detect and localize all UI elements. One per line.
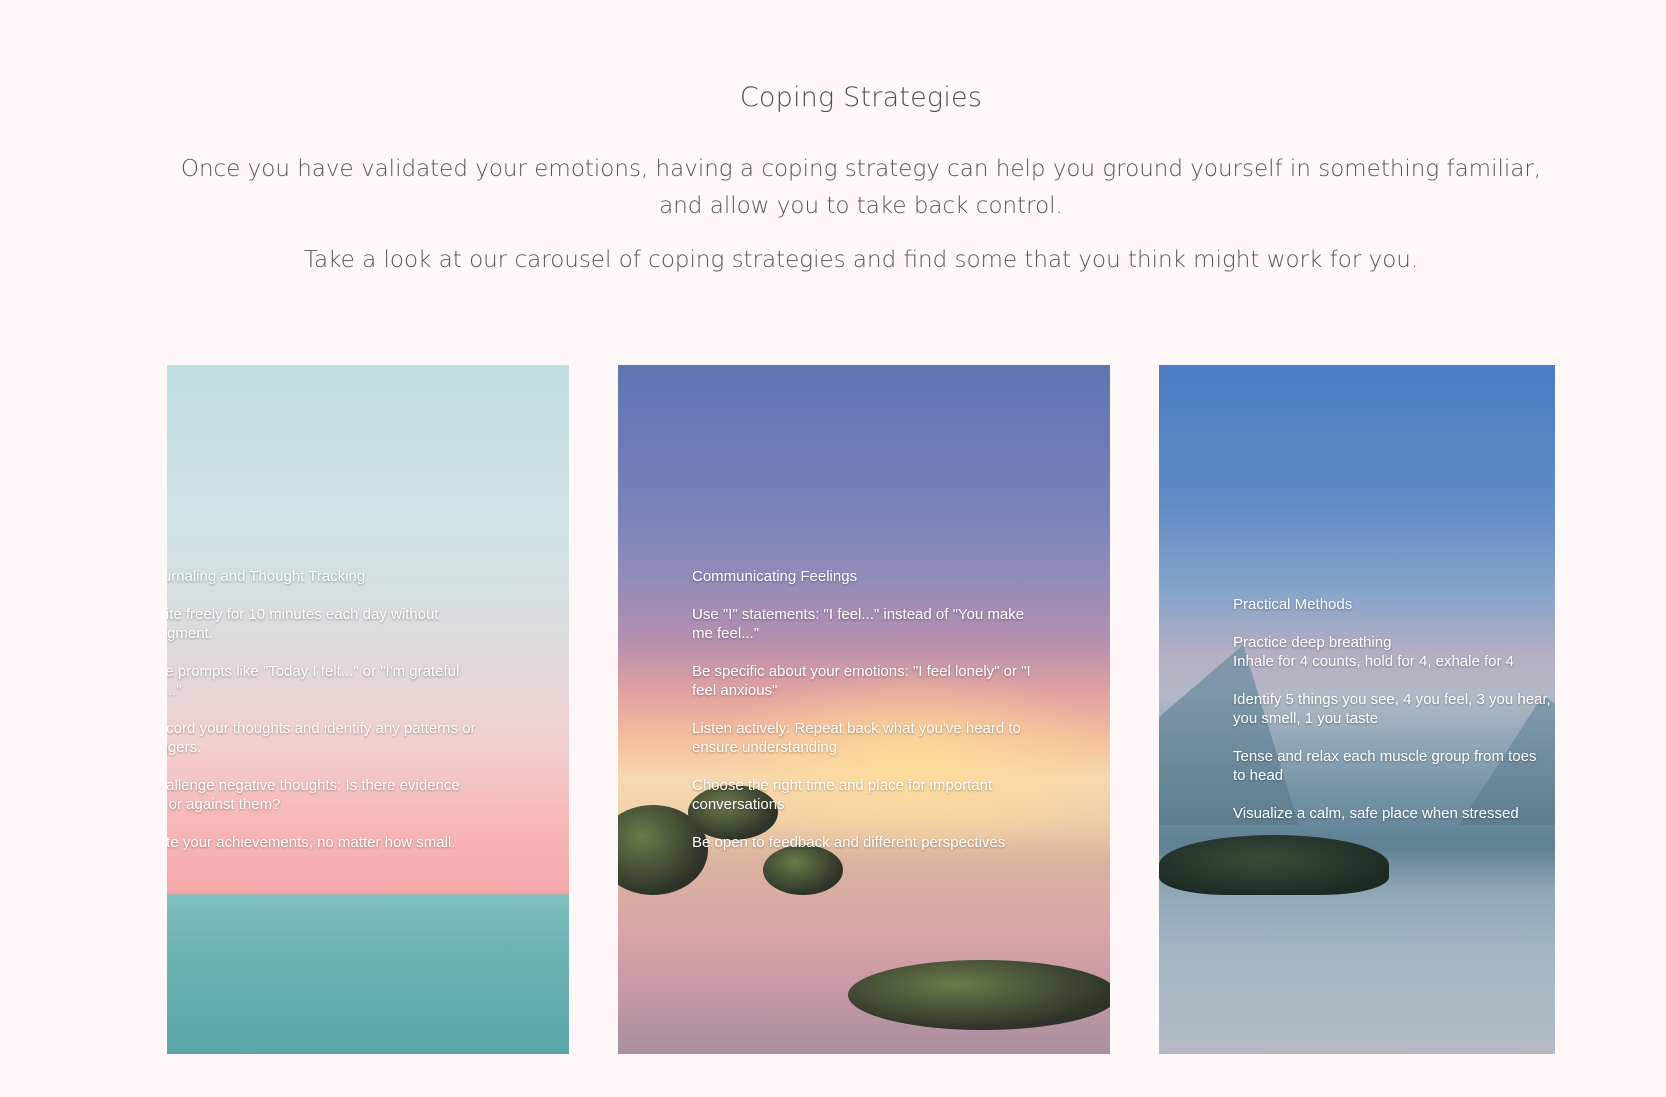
card-content: Journaling and Thought Tracking Write fr… — [167, 567, 479, 871]
carousel-card-practical-methods[interactable]: Practical Methods Practice deep breathin… — [1159, 365, 1555, 1054]
section-intro: Once you have validated your emotions, h… — [180, 156, 1542, 219]
card-title: Communicating Feelings — [692, 568, 858, 585]
card-item: Be specific about your emotions: "I feel… — [692, 663, 1031, 699]
card-item: Visualize a calm, safe place when stress… — [1233, 805, 1519, 822]
card-content: Practical Methods Practice deep breathin… — [1233, 595, 1553, 842]
carousel-card-communicating-feelings[interactable]: Communicating Feelings Use "I" statement… — [618, 365, 1110, 1054]
card-item: Challenge negative thoughts: Is there ev… — [167, 777, 460, 813]
card-item: Choose the right time and place for impo… — [692, 777, 993, 813]
card-item: Record your thoughts and identify any pa… — [167, 720, 476, 756]
card-item: Use "I" statements: "I feel..." instead … — [692, 606, 1025, 642]
section-intro-secondary: Take a look at our carousel of coping st… — [303, 247, 1419, 273]
section-title: Coping Strategies — [739, 82, 983, 114]
card-item: Listen actively: Repeat back what you've… — [692, 720, 1021, 756]
card-item: Write freely for 10 minutes each day wit… — [167, 606, 439, 642]
card-item: Tense and relax each muscle group from t… — [1233, 748, 1537, 784]
card-title: Practical Methods — [1233, 596, 1353, 613]
card-item: Note your achievements, no matter how sm… — [167, 834, 456, 851]
card-item: Identify 5 things you see, 4 you feel, 3… — [1233, 691, 1551, 727]
island-decoration — [1159, 835, 1389, 895]
card-item: Be open to feedback and different perspe… — [692, 834, 1006, 851]
card-title: Journaling and Thought Tracking — [167, 568, 366, 585]
card-content: Communicating Feelings Use "I" statement… — [692, 567, 1044, 871]
rock-decoration — [848, 960, 1110, 1030]
card-item: Practice deep breathing Inhale for 4 cou… — [1233, 634, 1515, 670]
card-item: Use prompts like "Today I felt..." or "I… — [167, 663, 460, 699]
carousel-card-journaling[interactable]: Journaling and Thought Tracking Write fr… — [167, 365, 569, 1054]
